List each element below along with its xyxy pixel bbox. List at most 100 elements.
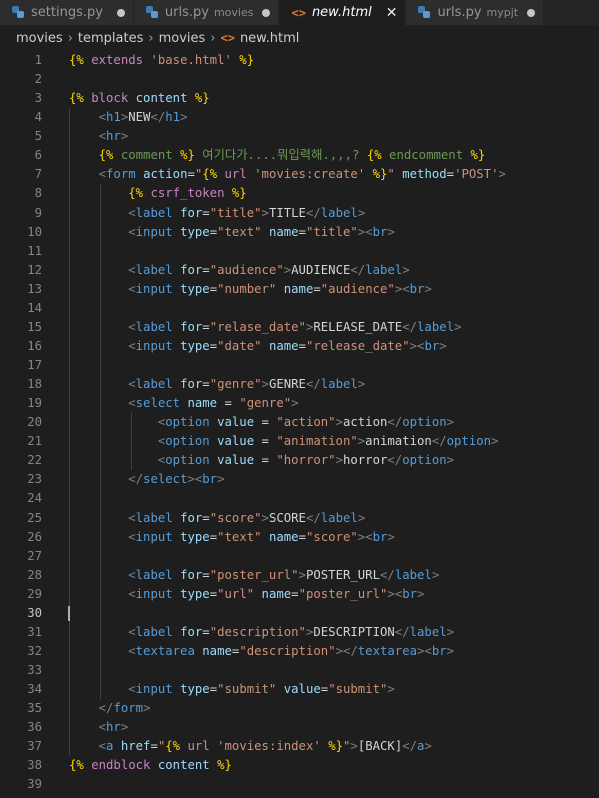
line-number: 39: [27, 777, 42, 792]
modified-dot-icon[interactable]: [262, 8, 271, 17]
code-line[interactable]: 1 {% extends 'base.html' %}: [0, 51, 599, 70]
tab-settings-py[interactable]: settings.py: [0, 0, 134, 25]
code-line[interactable]: 2: [0, 70, 599, 89]
line-number: 3: [34, 91, 42, 106]
tab-description: movies: [213, 6, 254, 19]
code-text: <hr>: [98, 720, 129, 735]
modified-dot-icon[interactable]: [527, 8, 536, 17]
breadcrumb: movies › templates › movies › <> new.htm…: [0, 25, 599, 51]
code-text: <input type="text" name="title"><br>: [128, 224, 395, 239]
line-number: 15: [27, 319, 42, 334]
code-text: <label for="poster_url">POSTER_URL</labe…: [128, 567, 440, 582]
line-number: 27: [27, 548, 42, 563]
code-line[interactable]: 32 <textarea name="description"></textar…: [0, 641, 599, 661]
code-line[interactable]: 19 <select name = "genre">: [0, 394, 599, 414]
code-text: <option value = "action">action</option>: [157, 415, 455, 430]
tab-label: settings.py: [31, 5, 103, 20]
code-line[interactable]: 11: [0, 241, 599, 261]
code-line[interactable]: 27: [0, 546, 599, 566]
code-line[interactable]: 6 {% comment %} 여기다가....뭐입력해.,,,? {% end…: [0, 146, 599, 166]
line-number: 13: [27, 281, 42, 296]
code-line[interactable]: 26 <input type="text" name="score"><br>: [0, 527, 599, 547]
line-number: 29: [27, 586, 42, 601]
code-text: <label for="audience">AUDIENCE</label>: [128, 262, 410, 277]
code-text: {% csrf_token %}: [128, 186, 247, 201]
code-line[interactable]: 16 <input type="date" name="release_date…: [0, 336, 599, 356]
line-number: 17: [27, 358, 42, 372]
tab-description: mypjt: [486, 6, 519, 19]
indent-guide: [69, 546, 70, 566]
modified-dot-icon[interactable]: [116, 8, 125, 17]
code-line[interactable]: 22 <option value = "horror">horror</opti…: [0, 451, 599, 471]
breadcrumb-item[interactable]: templates: [78, 31, 143, 46]
breadcrumb-item[interactable]: movies: [16, 31, 63, 46]
python-icon: [12, 6, 25, 19]
code-editor[interactable]: 1 {% extends 'base.html' %} 2 3 {% block con…: [0, 51, 599, 794]
code-line[interactable]: 5 <hr>: [0, 127, 599, 147]
code-text: <input type="url" name="poster_url"><br>: [128, 586, 425, 601]
tab-urls-py-mypjt[interactable]: urls.py mypjt: [406, 0, 545, 25]
code-line[interactable]: 29 <input type="url" name="poster_url"><…: [0, 584, 599, 604]
code-line[interactable]: 28 <label for="poster_url">POSTER_URL</l…: [0, 565, 599, 585]
breadcrumb-item[interactable]: movies: [159, 31, 206, 46]
code-text: {% endblock content %}: [69, 758, 232, 773]
code-line[interactable]: 37 <a href="{% url 'movies:index' %}">[B…: [0, 737, 599, 757]
line-number: 20: [27, 415, 42, 430]
code-line[interactable]: 25 <label for="score">SCORE</label>: [0, 508, 599, 528]
code-text: <input type="date" name="release_date"><…: [128, 338, 447, 353]
line-number: 11: [27, 243, 42, 258]
code-line[interactable]: 24: [0, 489, 599, 509]
code-line[interactable]: 30: [0, 603, 599, 623]
line-number: 30: [27, 605, 42, 620]
code-line[interactable]: 3 {% block content %}: [0, 89, 599, 108]
code-line[interactable]: 34 <input type="submit" value="submit">: [0, 680, 599, 700]
code-line[interactable]: 9 <label for="title">TITLE</label>: [0, 203, 599, 223]
code-text: <label for="relase_date">RELEASE_DATE</l…: [128, 319, 462, 334]
code-line[interactable]: 35 </form>: [0, 699, 599, 719]
line-number: 5: [34, 129, 42, 144]
code-text: <label for="title">TITLE</label>: [128, 205, 366, 220]
python-icon: [418, 6, 431, 19]
tab-label: new.html: [311, 5, 372, 20]
code-line[interactable]: 21 <option value = "animation">animation…: [0, 432, 599, 452]
code-text: {% block content %}: [69, 91, 210, 106]
line-number: 21: [27, 434, 42, 449]
code-line[interactable]: 13 <input type="number" name="audience">…: [0, 279, 599, 299]
code-line[interactable]: 12 <label for="audience">AUDIENCE</label…: [0, 260, 599, 280]
tab-urls-py-movies[interactable]: urls.py movies: [133, 0, 280, 25]
close-icon[interactable]: ✕: [386, 5, 398, 21]
code-text: <input type="submit" value="submit">: [128, 682, 395, 697]
line-number: 10: [27, 224, 42, 239]
line-number: 2: [34, 72, 42, 87]
code-text: <hr>: [98, 129, 129, 144]
code-line[interactable]: 39: [0, 775, 599, 794]
code-text: <textarea name="description"></textarea>…: [128, 643, 455, 658]
code-line[interactable]: 4 <h1>NEW</h1>: [0, 108, 599, 128]
code-line[interactable]: 31 <label for="description">DESCRIPTION<…: [0, 622, 599, 642]
breadcrumb-item[interactable]: new.html: [240, 31, 299, 46]
line-number: 38: [27, 758, 42, 773]
code-line[interactable]: 20 <option value = "action">action</opti…: [0, 413, 599, 433]
code-text: <a href="{% url 'movies:index' %}">[BACK…: [98, 739, 432, 754]
code-text: {% comment %} 여기다가....뭐입력해.,,,? {% endco…: [98, 148, 486, 163]
code-line[interactable]: 15 <label for="relase_date">RELEASE_DATE…: [0, 317, 599, 337]
code-line[interactable]: 8 {% csrf_token %}: [0, 184, 599, 204]
code-line[interactable]: 14: [0, 298, 599, 318]
line-number: 6: [34, 148, 42, 163]
tab-new-html[interactable]: <> new.html ✕: [279, 0, 407, 25]
code-line[interactable]: 38 {% endblock content %}: [0, 756, 599, 775]
code-line[interactable]: 18 <label for="genre">GENRE</label>: [0, 375, 599, 395]
code-line[interactable]: 17: [0, 356, 599, 376]
code-line[interactable]: 33: [0, 661, 599, 681]
indent-guide: [99, 546, 101, 566]
indent-guide: [99, 603, 101, 623]
chevron-right-icon: ›: [210, 30, 216, 46]
code-line[interactable]: 10 <input type="text" name="title"><br>: [0, 222, 599, 242]
code-text: </form>: [98, 701, 151, 716]
code-line[interactable]: 23 </select><br>: [0, 470, 599, 490]
code-line[interactable]: 36 <hr>: [0, 718, 599, 738]
code-text: <option value = "animation">animation</o…: [157, 434, 499, 449]
code-line[interactable]: 7 <form action="{% url 'movies:create' %…: [0, 165, 599, 185]
line-number: 12: [27, 262, 42, 277]
line-number: 9: [34, 205, 42, 220]
